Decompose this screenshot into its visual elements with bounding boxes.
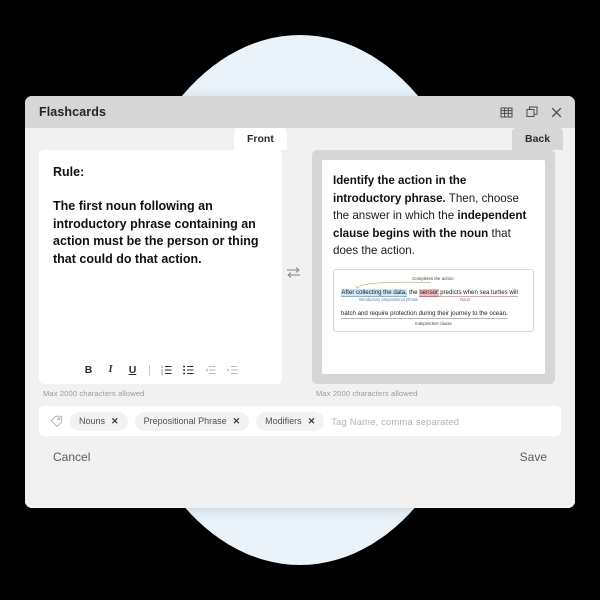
swap-arrows-icon[interactable] — [283, 262, 303, 282]
bold-button[interactable]: B — [82, 364, 95, 377]
front-card-content[interactable]: Rule: The first noun following an introd… — [39, 150, 282, 360]
titlebar-actions — [499, 105, 564, 120]
cancel-button[interactable]: Cancel — [49, 446, 94, 468]
diagram-line-1: After collecting the data, the sensor pr… — [341, 289, 526, 298]
diagram-sublabel-pink: Noun — [460, 296, 470, 302]
back-card[interactable]: Identify the action in the introductory … — [312, 150, 555, 384]
tag-chip-remove-icon[interactable]: ✕ — [233, 416, 241, 426]
front-format-toolbar: B I U 1 2 3 — [39, 360, 282, 384]
back-helper-text: Max 2000 characters allowed — [316, 389, 418, 398]
screenshot-stage: Flashcards Front Back Rule: The first no… — [0, 0, 600, 600]
front-spacer — [53, 182, 268, 198]
front-body: The first noun following an introductory… — [53, 198, 259, 266]
back-card-content[interactable]: Identify the action in the introductory … — [322, 160, 545, 374]
underline-button[interactable]: U — [126, 364, 139, 377]
diagram-arc — [341, 282, 526, 289]
bullet-list-icon[interactable] — [182, 364, 195, 377]
front-heading: Rule: — [53, 165, 85, 179]
tag-chip-label: Nouns — [79, 416, 106, 426]
svg-text:3: 3 — [161, 372, 163, 375]
front-card[interactable]: Rule: The first noun following an introd… — [39, 150, 282, 384]
flashcards-dialog: Flashcards Front Back Rule: The first no… — [25, 96, 575, 508]
dialog-footer: Cancel Save — [25, 436, 575, 478]
tags-bar[interactable]: Nouns ✕ Prepositional Phrase ✕ Modifiers… — [39, 406, 561, 436]
diagram-line-2: hatch and require protection during thei… — [341, 309, 508, 319]
tag-chip[interactable]: Nouns ✕ — [70, 411, 128, 431]
grammar-diagram: Completes the action: After collecting t… — [333, 269, 534, 332]
tag-chip-label: Modifiers — [265, 416, 302, 426]
grid-icon[interactable] — [499, 105, 514, 120]
tab-front[interactable]: Front — [234, 128, 287, 150]
diagram-sublabel-blue: Introductory prepositional phrase — [358, 296, 419, 302]
close-icon[interactable] — [549, 105, 564, 120]
italic-button[interactable]: I — [104, 364, 117, 377]
tag-name-input[interactable] — [331, 415, 551, 427]
front-helper-text: Max 2000 characters allowed — [43, 389, 145, 398]
tag-chip-label: Prepositional Phrase — [143, 416, 227, 426]
editors-area: Rule: The first noun following an introd… — [25, 150, 575, 398]
outdent-icon[interactable] — [204, 364, 217, 377]
save-button[interactable]: Save — [516, 446, 551, 468]
tag-chip-remove-icon[interactable]: ✕ — [111, 416, 119, 426]
dialog-titlebar: Flashcards — [25, 96, 575, 128]
diagram-line-2-wrap: hatch and require protection during thei… — [341, 302, 526, 320]
front-card-text: Rule: The first noun following an introd… — [53, 164, 268, 269]
diagram-line1-mid: the — [407, 289, 420, 297]
ordered-list-icon[interactable]: 1 2 3 — [160, 364, 173, 377]
tab-back[interactable]: Back — [512, 128, 564, 150]
tag-chip-remove-icon[interactable]: ✕ — [308, 416, 316, 426]
tag-chip[interactable]: Prepositional Phrase ✕ — [134, 411, 250, 431]
diagram-bottom-label: Independent clause — [415, 320, 452, 326]
back-card-text: Identify the action in the introductory … — [333, 172, 534, 260]
tabs-row: Front Back — [25, 128, 575, 150]
indent-icon[interactable] — [226, 364, 239, 377]
dialog-title: Flashcards — [39, 105, 107, 119]
front-panel: Rule: The first noun following an introd… — [39, 150, 282, 398]
toolbar-divider — [149, 364, 150, 376]
dialog-body: Front Back Rule: The first noun followin… — [25, 128, 575, 508]
tag-chip[interactable]: Modifiers ✕ — [256, 411, 325, 431]
back-panel: Identify the action in the introductory … — [312, 150, 555, 398]
tag-icon — [49, 414, 63, 428]
restore-window-icon[interactable] — [524, 105, 539, 120]
